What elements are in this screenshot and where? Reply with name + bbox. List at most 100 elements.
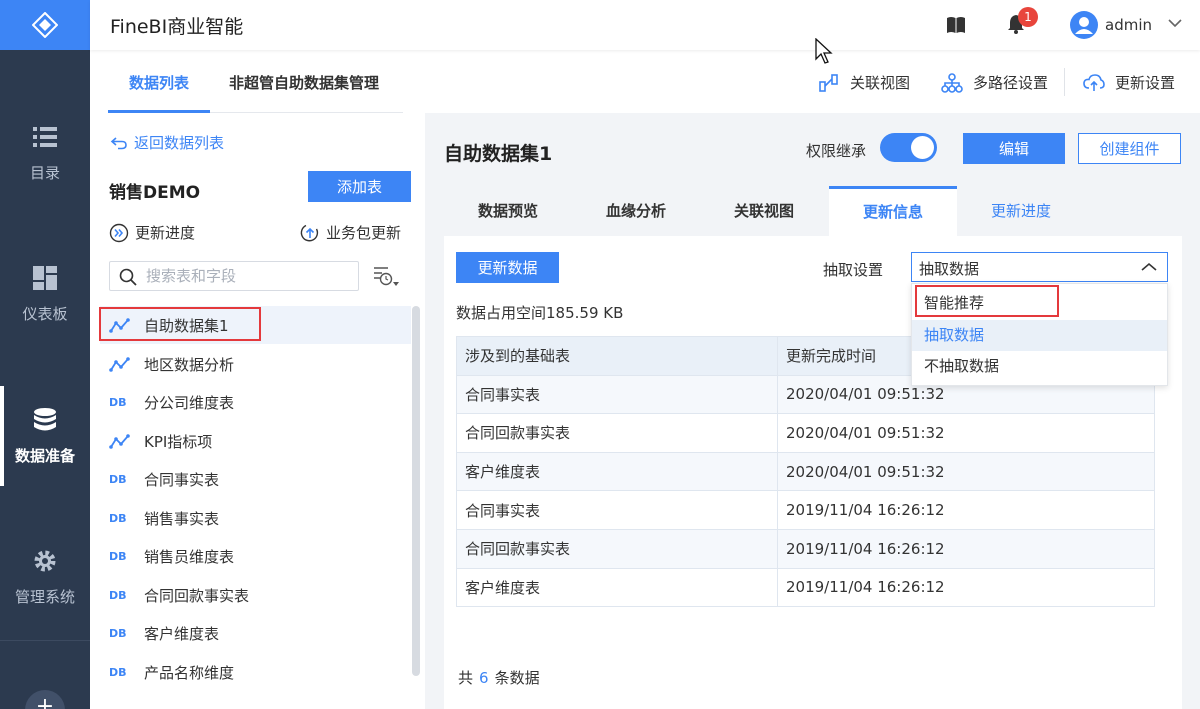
db-table-icon: DB	[109, 511, 127, 525]
chevron-down-icon[interactable]	[1168, 18, 1182, 28]
list-icon	[33, 126, 57, 147]
logo[interactable]	[0, 0, 90, 50]
relation-view-button[interactable]: 关联视图	[818, 72, 910, 93]
table-cell: 客户维度表	[456, 567, 778, 608]
table-row: 合同事实表 2019/11/04 16:26:12	[456, 490, 1155, 530]
dashboard-icon	[33, 265, 57, 290]
extract-select-value: 抽取数据	[919, 260, 980, 278]
selected-table-highlight	[99, 307, 261, 341]
nav-item-dashboard[interactable]: 仪表板	[0, 244, 90, 344]
mouse-cursor-icon	[815, 38, 833, 64]
db-table-icon: DB	[109, 549, 127, 563]
table-item-salesperson-dim[interactable]: DB 销售员维度表	[109, 544, 234, 568]
tab-data-preview[interactable]: 数据预览	[444, 186, 572, 236]
progress-icon	[109, 223, 129, 242]
record-count: 共 6 条数据	[458, 667, 540, 688]
dataset-title: 自助数据集1	[444, 143, 553, 165]
table-item-label: 销售事实表	[144, 509, 220, 528]
nav-item-data-prep[interactable]: 数据准备	[0, 386, 90, 486]
table-cell: 2019/11/04 16:26:12	[777, 528, 1155, 569]
db-table-icon: DB	[109, 626, 127, 640]
username[interactable]: admin	[1105, 16, 1152, 34]
option-no-extract[interactable]: 不抽取数据	[912, 351, 1167, 382]
package-title: 销售DEMO	[109, 183, 201, 203]
self-service-dataset-icon	[109, 434, 130, 449]
table-item-kpi[interactable]: KPI指标项	[109, 429, 212, 453]
nav-label-catalog: 目录	[29, 163, 60, 182]
table-row: 合同回款事实表 2020/04/01 09:51:32	[456, 413, 1155, 453]
update-progress-link[interactable]: 更新进度	[109, 222, 195, 243]
table-item-label: 客户维度表	[144, 624, 220, 643]
table-row: 客户维度表 2020/04/01 09:51:32	[456, 451, 1155, 492]
nav-label-dashboard: 仪表板	[22, 304, 68, 323]
nav-add-button[interactable]: +	[25, 690, 65, 709]
add-table-button[interactable]: 添加表	[308, 171, 411, 202]
table-item-label: 合同回款事实表	[144, 586, 250, 605]
table-item-region-analysis[interactable]: 地区数据分析	[109, 352, 234, 376]
table-item-sales-fact[interactable]: DB 销售事实表	[109, 506, 219, 530]
top-header: FineBI商业智能 1 admin	[90, 0, 1200, 50]
back-arrow-icon	[110, 136, 127, 149]
tab-update-progress[interactable]: 更新进度	[957, 186, 1085, 236]
tab-update-info[interactable]: 更新信息	[829, 186, 957, 236]
permission-inherit-toggle[interactable]	[880, 133, 937, 162]
nav-divider	[0, 640, 90, 641]
package-update-link[interactable]: 业务包更新	[300, 222, 401, 243]
nav-label-data-prep: 数据准备	[14, 446, 75, 465]
table-item-branch-dim[interactable]: DB 分公司维度表	[109, 390, 234, 414]
filter-sort-icon[interactable]	[372, 265, 400, 289]
tab-data-list[interactable]: 数据列表	[129, 72, 189, 93]
permission-inherit-label: 权限继承	[806, 142, 867, 160]
book-icon[interactable]	[946, 16, 966, 34]
update-settings-button[interactable]: 更新设置	[1083, 72, 1175, 93]
record-count-suffix: 条数据	[494, 669, 540, 687]
table-item-product-dim[interactable]: DB 产品名称维度	[109, 660, 234, 684]
column-header-base-table: 涉及到的基础表	[456, 336, 778, 376]
table-cell: 合同事实表	[456, 374, 778, 415]
db-table-icon: DB	[109, 395, 127, 409]
gear-icon	[34, 550, 56, 571]
record-count-prefix: 共	[458, 669, 474, 687]
refresh-data-button[interactable]: 更新数据	[456, 252, 559, 283]
table-item-label: 销售员维度表	[144, 547, 235, 566]
app-title: FineBI商业智能	[110, 16, 244, 38]
back-to-list-link[interactable]: 返回数据列表	[110, 132, 224, 153]
table-item-contract-payment-fact[interactable]: DB 合同回款事实表	[109, 583, 249, 607]
table-item-customer-dim[interactable]: DB 客户维度表	[109, 621, 219, 645]
hierarchy-icon	[941, 72, 963, 93]
search-input[interactable]	[146, 266, 351, 286]
edit-button[interactable]: 编辑	[963, 133, 1065, 164]
table-cell: 2020/04/01 09:51:32	[777, 413, 1155, 453]
nav-item-catalog[interactable]: 目录	[0, 103, 90, 203]
tab-relation-view[interactable]: 关联视图	[700, 186, 828, 236]
nav-label-admin: 管理系统	[14, 587, 75, 606]
table-item-label: 地区数据分析	[144, 355, 235, 374]
user-icon	[1075, 17, 1093, 34]
tab-self-service-manage[interactable]: 非超管自助数据集管理	[229, 72, 379, 93]
smart-recommend-highlight	[915, 285, 1059, 317]
table-cell: 合同回款事实表	[456, 528, 778, 569]
extract-setting-label: 抽取设置	[823, 261, 884, 279]
nav-item-admin[interactable]: 管理系统	[0, 527, 90, 627]
table-cell: 2019/11/04 16:26:12	[777, 490, 1155, 530]
multipath-settings-button[interactable]: 多路径设置	[941, 72, 1048, 93]
table-cell: 客户维度表	[456, 451, 778, 492]
chevron-up-icon	[1141, 262, 1157, 271]
table-item-contract-fact[interactable]: DB 合同事实表	[109, 467, 219, 491]
scrollbar[interactable]	[412, 306, 420, 676]
tab-lineage-analysis[interactable]: 血缘分析	[572, 186, 700, 236]
logo-icon	[32, 12, 58, 38]
option-extract-data[interactable]: 抽取数据	[912, 320, 1167, 351]
create-component-button[interactable]: 创建组件	[1078, 133, 1181, 164]
left-nav: 目录 仪表板 数据准备 管理系统 +	[0, 0, 90, 709]
table-item-label: KPI指标项	[144, 432, 213, 451]
table-item-label: 产品名称维度	[144, 663, 235, 682]
search-box[interactable]	[109, 261, 359, 291]
table-cell: 2019/11/04 16:26:12	[777, 567, 1155, 608]
table-row: 客户维度表 2019/11/04 16:26:12	[456, 567, 1155, 608]
table-cell: 合同事实表	[456, 490, 778, 530]
extract-setting-select[interactable]: 抽取数据	[911, 252, 1168, 282]
relation-view-label: 关联视图	[850, 74, 911, 92]
avatar[interactable]	[1070, 11, 1098, 39]
upload-circle-icon	[300, 224, 319, 241]
